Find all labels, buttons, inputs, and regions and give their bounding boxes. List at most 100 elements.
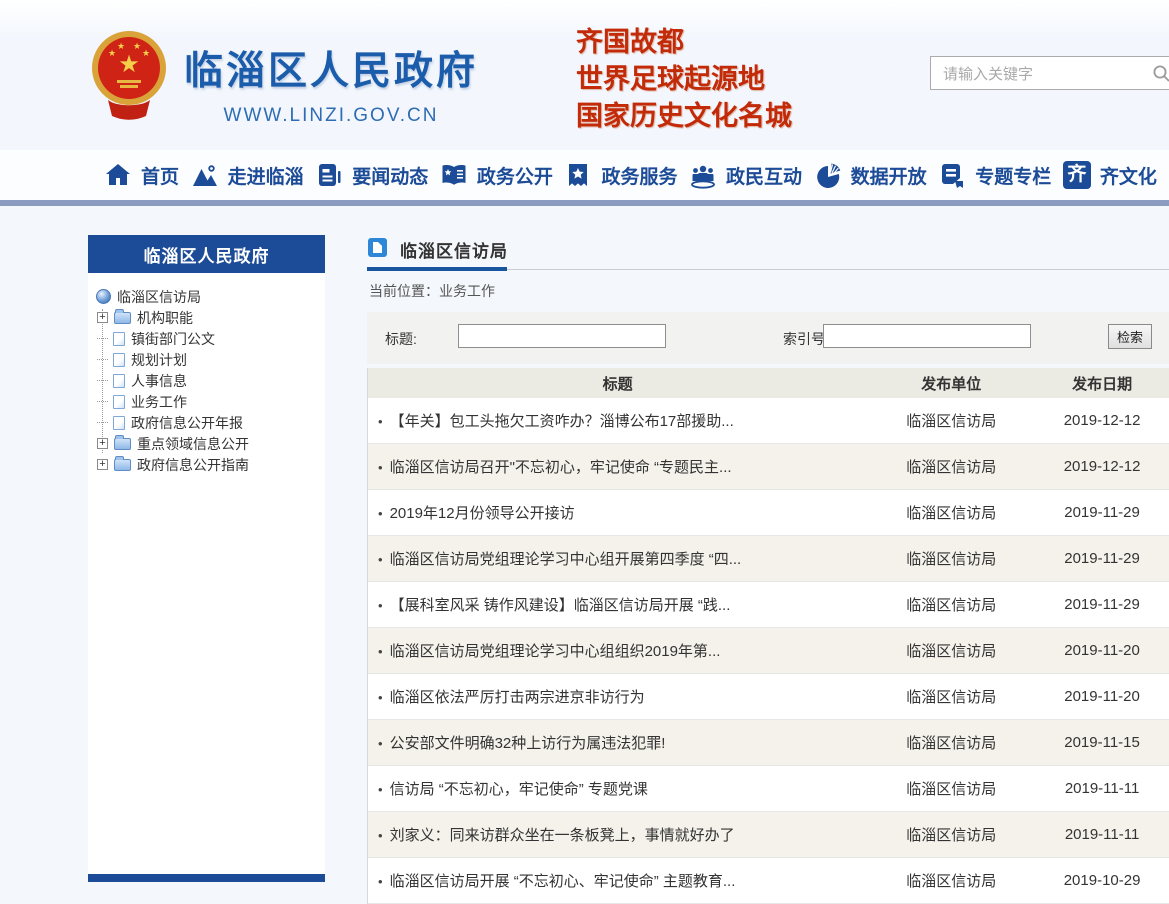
article-title-link[interactable]: 公安部文件明确32种上访行为属违法犯罪!	[368, 732, 867, 753]
tree-label: 临淄区信访局	[117, 287, 201, 307]
expand-plus-icon[interactable]: +	[97, 312, 108, 323]
tree-stub	[97, 380, 108, 381]
search-button[interactable]: 检索	[1108, 324, 1152, 349]
filter-form: 标题: 索引号: 检索	[367, 312, 1169, 364]
site-search-input[interactable]	[941, 58, 1140, 90]
nav-item-gov-info[interactable]: 政务公开	[440, 161, 553, 189]
nav-item-interaction[interactable]: 政民互动	[689, 161, 802, 189]
nav-item-home[interactable]: 首页	[104, 161, 179, 189]
publish-date: 2019-11-11	[1035, 826, 1169, 843]
expand-plus-icon[interactable]: +	[97, 459, 108, 470]
title-underline-blue	[367, 267, 507, 271]
page-header: ★ ★ ★ ★ ★ 临淄区人民政府 WWW.LINZI.GOV.CN 齐国故都 …	[0, 0, 1169, 150]
publish-date: 2019-11-29	[1035, 550, 1169, 567]
article-title-link[interactable]: 临淄区信访局开展 “不忘初心、牢记使命” 主题教育...	[368, 870, 867, 891]
page-title: 临淄区信访局	[400, 237, 508, 262]
pie-chart-icon	[814, 161, 842, 189]
table-body: 【年关】包工头拖欠工资咋办？淄博公布17部援助... 临淄区信访局 2019-1…	[368, 398, 1169, 904]
page-icon	[113, 332, 125, 346]
article-title-link[interactable]: 信访局 “不忘初心，牢记使命” 专题党课	[368, 778, 867, 799]
tree-item-personnel[interactable]: 人事信息	[96, 370, 325, 391]
breadcrumb-label: 当前位置：	[369, 283, 439, 299]
tree-label: 政府信息公开年报	[131, 413, 243, 433]
root-node-icon	[96, 289, 111, 304]
article-title-link[interactable]: 临淄区信访局党组理论学习中心组开展第四季度 “四...	[368, 548, 867, 569]
emblem-small-star: ★	[108, 48, 116, 58]
nav-separator	[0, 200, 1169, 206]
table-row: 公安部文件明确32种上访行为属违法犯罪! 临淄区信访局 2019-11-15	[368, 720, 1169, 766]
nav-item-special-columns[interactable]: 专题专栏	[938, 161, 1051, 189]
publish-unit: 临淄区信访局	[867, 686, 1035, 707]
tree-item-org-functions[interactable]: + 机构职能	[96, 307, 325, 328]
tree-item-town-docs[interactable]: 镇街部门公文	[96, 328, 325, 349]
table-row: 信访局 “不忘初心，牢记使命” 专题党课 临淄区信访局 2019-11-11	[368, 766, 1169, 812]
article-title-link[interactable]: 临淄区依法严厉打击两宗进京非访行为	[368, 686, 867, 707]
tree-label: 业务工作	[131, 392, 187, 412]
article-title-link[interactable]: 【展科室风采 铸作风建设】临淄区信访局开展 “践...	[368, 594, 867, 615]
header-title: 标题	[368, 373, 867, 394]
tree-label: 规划计划	[131, 350, 187, 370]
page-icon	[113, 395, 125, 409]
qi-seal-icon: 齐	[1063, 161, 1091, 189]
article-title-link[interactable]: 刘家义：同来访群众坐在一条板凳上，事情就好办了	[368, 824, 867, 845]
publish-date: 2019-11-20	[1035, 642, 1169, 659]
tree-item-business-work[interactable]: 业务工作	[96, 391, 325, 412]
table-row: 临淄区信访局开展 “不忘初心、牢记使命” 主题教育... 临淄区信访局 2019…	[368, 858, 1169, 904]
nav-item-gov-service[interactable]: 政务服务	[564, 161, 677, 189]
tree-stub	[97, 422, 108, 423]
main-content: 临淄区信访局 当前位置：业务工作 标题: 索引号: 检索 标题 发布单位 发布日…	[367, 237, 1169, 273]
mountain-icon	[191, 161, 219, 189]
tree-item-key-areas[interactable]: + 重点领域信息公开	[96, 433, 325, 454]
nav-label: 齐文化	[1100, 162, 1157, 189]
search-icon[interactable]	[1152, 64, 1169, 83]
nav-item-about[interactable]: 走进临淄	[191, 161, 304, 189]
tree-label: 政府信息公开指南	[137, 455, 249, 475]
expand-plus-icon[interactable]: +	[97, 438, 108, 449]
slogan-line-1: 齐国故都	[576, 24, 792, 61]
page-icon	[113, 374, 125, 388]
article-title-link[interactable]: 临淄区信访局党组理论学习中心组组织2019年第...	[368, 640, 867, 661]
sidebar-panel: 临淄区信访局 + 机构职能 镇街部门公文 规划计划 人事信息	[88, 273, 325, 874]
nav-label: 要闻动态	[352, 162, 428, 189]
home-icon	[104, 161, 132, 189]
site-url: WWW.LINZI.GOV.CN	[184, 105, 478, 127]
nav-item-qi-culture[interactable]: 齐 齐文化	[1063, 161, 1157, 189]
tree-item-disclosure-guide[interactable]: + 政府信息公开指南	[96, 454, 325, 475]
tree-item-planning[interactable]: 规划计划	[96, 349, 325, 370]
publish-unit: 临淄区信访局	[867, 640, 1035, 661]
sidebar: 临淄区人民政府 临淄区信访局 + 机构职能 镇街部门公文 规划计划	[88, 235, 325, 882]
sidebar-bottom-bar	[88, 874, 325, 882]
main-title-bar: 临淄区信访局	[367, 237, 1169, 273]
nav-item-open-data[interactable]: 数据开放	[814, 161, 927, 189]
publish-date: 2019-11-15	[1035, 734, 1169, 751]
slogan-line-3: 国家历史文化名城	[576, 98, 792, 135]
index-filter-input[interactable]	[823, 324, 1031, 348]
tree-item-annual-report[interactable]: 政府信息公开年报	[96, 412, 325, 433]
document-icon	[368, 238, 387, 257]
publish-date: 2019-10-29	[1035, 872, 1169, 889]
slogan-line-2: 世界足球起源地	[576, 61, 792, 98]
tree-stub	[97, 359, 108, 360]
page-icon	[113, 416, 125, 430]
nav-item-news[interactable]: 要闻动态	[315, 161, 428, 189]
page-icon	[113, 353, 125, 367]
badge-star-icon	[564, 161, 592, 189]
publish-date: 2019-11-29	[1035, 596, 1169, 613]
article-title-link[interactable]: 临淄区信访局召开"不忘初心，牢记使命 “专题民主...	[368, 456, 867, 477]
index-filter-label: 索引号:	[783, 329, 829, 349]
emblem-small-star: ★	[133, 41, 141, 51]
publish-date: 2019-11-20	[1035, 688, 1169, 705]
book-star-icon	[440, 161, 468, 189]
news-icon	[315, 161, 343, 189]
nav-label: 走进临淄	[228, 162, 304, 189]
article-title-link[interactable]: 【年关】包工头拖欠工资咋办？淄博公布17部援助...	[368, 410, 867, 431]
table-header-row: 标题 发布单位 发布日期	[368, 368, 1169, 398]
emblem-star: ★	[118, 51, 140, 78]
title-filter-input[interactable]	[458, 324, 666, 348]
publish-unit: 临淄区信访局	[867, 502, 1035, 523]
article-title-link[interactable]: 2019年12月份领导公开接访	[368, 502, 867, 523]
table-row: 临淄区信访局召开"不忘初心，牢记使命 “专题民主... 临淄区信访局 2019-…	[368, 444, 1169, 490]
tree-item-root[interactable]: 临淄区信访局	[96, 286, 325, 307]
tree-label: 镇街部门公文	[131, 329, 215, 349]
column-doc-icon	[938, 161, 966, 189]
